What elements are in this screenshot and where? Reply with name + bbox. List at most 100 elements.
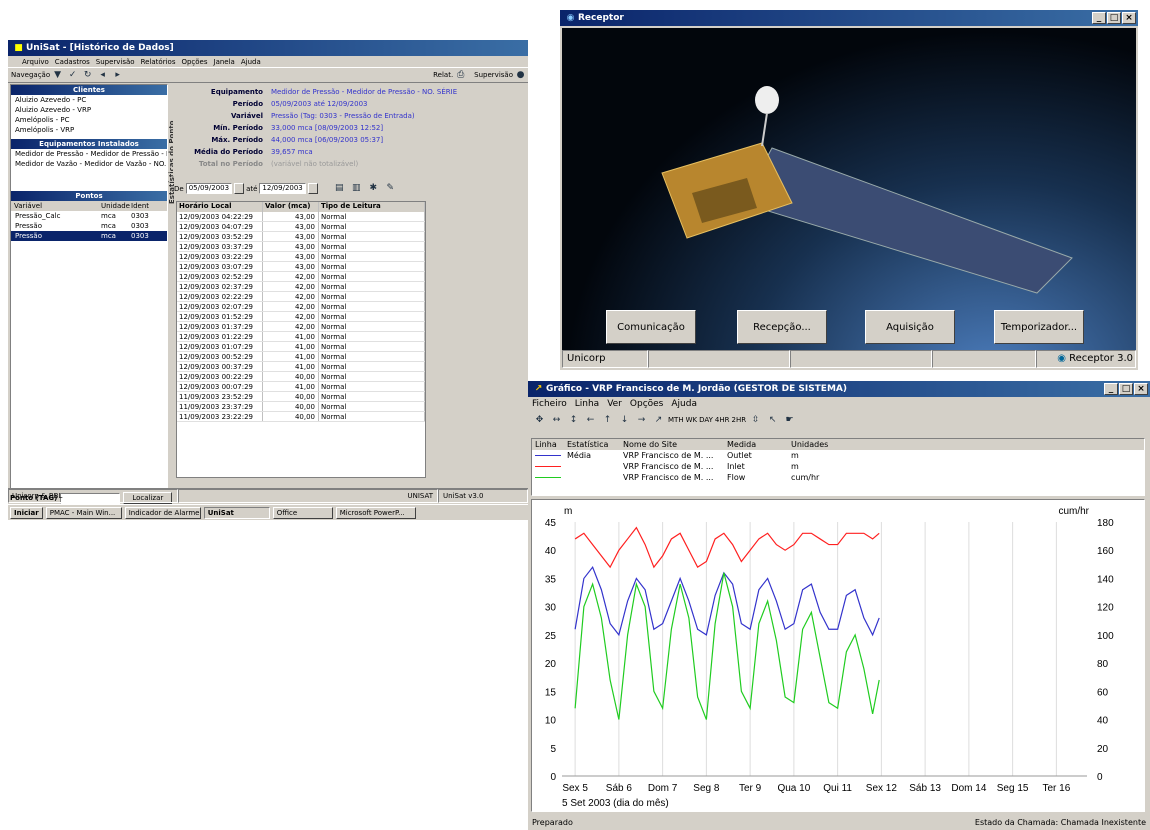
check-icon[interactable]: ✓	[67, 70, 78, 81]
table-row[interactable]: Pressão mca 0303	[11, 221, 167, 231]
menu-ajuda[interactable]: Ajuda	[671, 399, 697, 409]
menu-ficheiro[interactable]: Ficheiro	[532, 399, 567, 409]
date-to-input[interactable]: 12/09/2003	[259, 183, 306, 194]
arrow-down-icon[interactable]: ↓	[619, 415, 630, 426]
col-variavel[interactable]: Variável	[11, 202, 101, 210]
table-row[interactable]: 12/09/2003 00:52:29 41,00 Normal	[177, 352, 425, 362]
supervisao-button[interactable]: Supervisão	[474, 71, 513, 79]
scale-day-button[interactable]: DAY	[699, 416, 713, 424]
arrow-left-icon[interactable]: ◂	[97, 70, 108, 81]
date-from-input[interactable]: 05/09/2003	[185, 183, 233, 194]
col-site[interactable]: Nome do Site	[620, 439, 724, 450]
col-ident[interactable]: Ident	[131, 202, 161, 210]
list-item[interactable]: Medidor de Vazão - Medidor de Vazão - NO…	[11, 159, 167, 169]
table-row-selected[interactable]: Pressão mca 0303	[11, 231, 167, 241]
table-row[interactable]: 12/09/2003 03:07:29 43,00 Normal	[177, 262, 425, 272]
menu-opcoes[interactable]: Opções	[181, 58, 207, 66]
menu-cadastros[interactable]: Cadastros	[55, 58, 90, 66]
table-row[interactable]: 12/09/2003 04:22:29 43,00 Normal	[177, 212, 425, 222]
aquisicao-button[interactable]: Aquisição	[865, 310, 955, 344]
table-row[interactable]: 12/09/2003 04:07:29 43,00 Normal	[177, 222, 425, 232]
col-unidade[interactable]: Unidade	[101, 202, 131, 210]
minimize-button[interactable]: _	[1092, 12, 1106, 24]
comunicacao-button[interactable]: Comunicação	[606, 310, 696, 344]
table-row[interactable]: 12/09/2003 03:52:29 43,00 Normal	[177, 232, 425, 242]
col-valor[interactable]: Valor (mca)	[263, 202, 319, 212]
arrow-right-icon[interactable]: ▸	[112, 70, 123, 81]
hand-icon[interactable]: ☛	[784, 415, 795, 426]
maximize-button[interactable]: □	[1119, 383, 1133, 395]
calendar-to-button[interactable]	[307, 183, 318, 194]
legend-row[interactable]: VRP Francisco de M. ... Inlet m	[532, 461, 1144, 472]
filter-icon[interactable]: ▼	[52, 70, 63, 81]
pan-icon[interactable]: ✥	[534, 415, 545, 426]
table-row[interactable]: 11/09/2003 23:37:29 40,00 Normal	[177, 402, 425, 412]
temporizador-button[interactable]: Temporizador...	[994, 310, 1084, 344]
trend-icon[interactable]: ↗	[653, 415, 664, 426]
relat-button[interactable]: Relat.	[433, 71, 453, 79]
col-tipo[interactable]: Tipo de Leitura	[319, 202, 425, 212]
table-row[interactable]: 12/09/2003 02:22:29 42,00 Normal	[177, 292, 425, 302]
globe-icon[interactable]: ●	[515, 70, 526, 81]
grafico-titlebar[interactable]: ↗ Gráfico - VRP Francisco de M. Jordão (G…	[528, 381, 1150, 397]
col-estatistica[interactable]: Estatística	[564, 439, 620, 450]
table-row[interactable]: 12/09/2003 01:22:29 41,00 Normal	[177, 332, 425, 342]
table-row[interactable]: 11/09/2003 23:22:29 40,00 Normal	[177, 412, 425, 422]
taskbar-item-active[interactable]: UniSat	[203, 506, 270, 519]
menu-opcoes[interactable]: Opções	[630, 399, 663, 409]
chart-icon[interactable]: ▥	[351, 183, 362, 194]
table-row[interactable]: 12/09/2003 03:22:29 43,00 Normal	[177, 252, 425, 262]
col-unidades[interactable]: Unidades	[788, 439, 838, 450]
calendar-from-button[interactable]	[234, 183, 245, 194]
menu-linha[interactable]: Linha	[575, 399, 599, 409]
col-medida[interactable]: Medida	[724, 439, 788, 450]
zoom-horizontal-icon[interactable]: ↔	[551, 415, 562, 426]
list-item[interactable]: Aluizio Azevedo - VRP	[11, 105, 167, 115]
taskbar-item[interactable]: Office	[272, 506, 333, 519]
recepcao-button[interactable]: Recepção...	[737, 310, 827, 344]
table-row[interactable]: 12/09/2003 00:37:29 41,00 Normal	[177, 362, 425, 372]
scale-4hr-button[interactable]: 4HR	[715, 416, 730, 424]
table-row[interactable]: Pressão_Calc mca 0303	[11, 211, 167, 221]
receptor-titlebar[interactable]: ◉ Receptor	[560, 10, 1138, 26]
menu-ver[interactable]: Ver	[607, 399, 622, 409]
menu-supervisao[interactable]: Supervisão	[96, 58, 135, 66]
table-row[interactable]: 12/09/2003 02:52:29 42,00 Normal	[177, 272, 425, 282]
export-icon[interactable]: ✎	[385, 183, 396, 194]
navegacao-button[interactable]: Navegação	[11, 71, 50, 79]
document-icon[interactable]: ▤	[334, 183, 345, 194]
scale-month-button[interactable]: MTH	[668, 416, 684, 424]
tools-icon[interactable]: ✱	[368, 183, 379, 194]
close-button[interactable]: ×	[1134, 383, 1148, 395]
col-linha[interactable]: Linha	[532, 439, 564, 450]
menu-janela[interactable]: Janela	[214, 58, 235, 66]
list-item[interactable]: Aluizio Azevedo - PC	[11, 95, 167, 105]
scale-2hr-button[interactable]: 2HR	[732, 416, 747, 424]
table-row[interactable]: 12/09/2003 00:22:29 40,00 Normal	[177, 372, 425, 382]
taskbar-item[interactable]: Indicador de Alarme	[124, 506, 201, 519]
minimize-button[interactable]: _	[1104, 383, 1118, 395]
close-button[interactable]: ×	[1122, 12, 1136, 24]
col-horario[interactable]: Horário Local	[177, 202, 263, 212]
table-row[interactable]: 12/09/2003 02:07:29 42,00 Normal	[177, 302, 425, 312]
refresh-icon[interactable]: ↻	[82, 70, 93, 81]
arrow-left-icon[interactable]: ←	[585, 415, 596, 426]
pointer-icon[interactable]: ↖	[767, 415, 778, 426]
table-row[interactable]: 12/09/2003 00:07:29 41,00 Normal	[177, 382, 425, 392]
arrow-right-icon[interactable]: →	[636, 415, 647, 426]
start-button[interactable]: Iniciar	[10, 506, 43, 519]
list-item[interactable]: Amelópolis - PC	[11, 115, 167, 125]
table-row[interactable]: 12/09/2003 01:07:29 41,00 Normal	[177, 342, 425, 352]
legend-row[interactable]: VRP Francisco de M. ... Flow cum/hr	[532, 472, 1144, 483]
zoom-vertical-icon[interactable]: ↕	[568, 415, 579, 426]
taskbar-item[interactable]: Microsoft PowerP...	[335, 506, 416, 519]
menu-ajuda[interactable]: Ajuda	[241, 58, 261, 66]
legend-row[interactable]: Média VRP Francisco de M. ... Outlet m	[532, 450, 1144, 461]
table-row[interactable]: 12/09/2003 02:37:29 42,00 Normal	[177, 282, 425, 292]
menu-relatorios[interactable]: Relatórios	[141, 58, 176, 66]
scale-week-button[interactable]: WK	[686, 416, 698, 424]
menu-arquivo[interactable]: Arquivo	[22, 58, 49, 66]
list-item[interactable]: Medidor de Pressão - Medidor de Pressão …	[11, 149, 167, 159]
maximize-button[interactable]: □	[1107, 12, 1121, 24]
arrow-up-icon[interactable]: ↑	[602, 415, 613, 426]
